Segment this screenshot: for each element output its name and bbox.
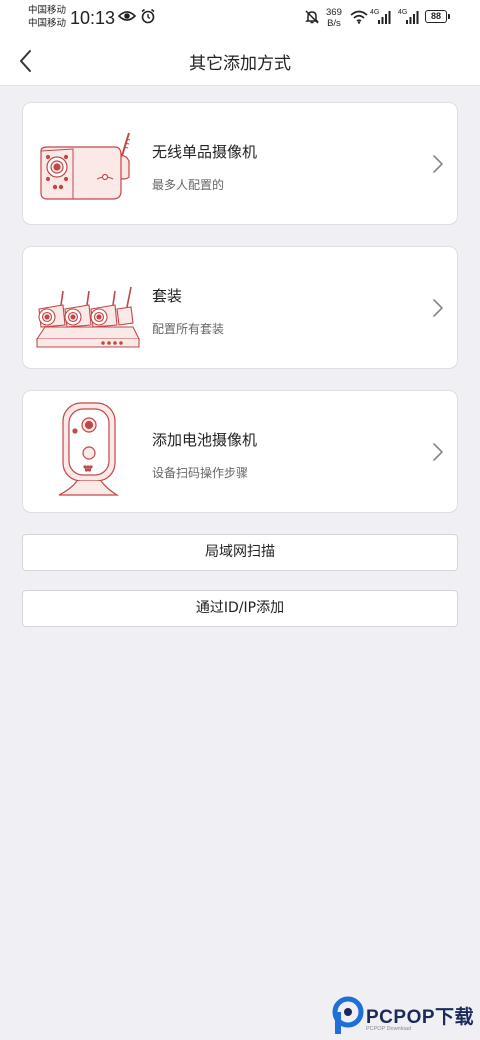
carrier-info: 中国移动 中国移动 [28, 5, 66, 30]
card-title: 添加电池摄像机 [152, 431, 258, 449]
battery-icon: 88 [425, 10, 450, 23]
card-subtitle: 设备扫码操作步骤 [152, 466, 249, 480]
lan-scan-button[interactable]: 局域网扫描 [22, 534, 458, 571]
option-card-battery-camera[interactable]: 添加电池摄像机 设备扫码操作步骤 [22, 390, 458, 513]
chevron-right-icon [433, 155, 443, 173]
carrier-2: 中国移动 [28, 17, 67, 29]
mute-bell-icon [305, 10, 319, 24]
wifi-icon [350, 10, 368, 24]
carrier-1: 中国移动 [28, 5, 67, 16]
chevron-right-icon [433, 443, 443, 461]
pcpop-logo-icon [332, 996, 364, 1034]
option-card-kit[interactable]: 套装 配置所有套装 [22, 246, 458, 369]
net-speed-value: 369 [326, 7, 342, 18]
eye-icon [118, 11, 136, 21]
add-by-id-ip-button[interactable]: 通过ID/IP添加 [22, 590, 458, 627]
battery-camera-illustration [58, 402, 120, 496]
wireless-camera-illustration [40, 132, 131, 200]
alarm-icon [141, 8, 155, 24]
net-speed-unit: B/s [327, 18, 341, 29]
card-subtitle: 最多人配置的 [152, 178, 225, 192]
card-title: 套装 [152, 287, 183, 305]
card-title: 无线单品摄像机 [152, 143, 258, 161]
nav-header: 其它添加方式 [0, 36, 480, 86]
signal-icon [406, 11, 419, 24]
option-card-wireless-camera[interactable]: 无线单品摄像机 最多人配置的 [22, 102, 458, 225]
watermark-sub: PCPOP Download [366, 1026, 412, 1032]
camera-kit-illustration [35, 286, 140, 348]
watermark-brand: PCPOP下载 [366, 1007, 475, 1028]
watermark-logo: PCPOP下载 PCPOP Download [332, 996, 480, 1040]
signal-icon [378, 11, 391, 24]
net-speed: 369 B/s [326, 7, 342, 29]
page-title: 其它添加方式 [189, 54, 291, 74]
status-time: 10:13 [70, 8, 116, 28]
chevron-right-icon [433, 299, 443, 317]
card-subtitle: 配置所有套装 [152, 322, 225, 336]
status-bar: 中国移动 中国移动 10:13 369 B/s 4G 4G 88 [0, 0, 480, 36]
